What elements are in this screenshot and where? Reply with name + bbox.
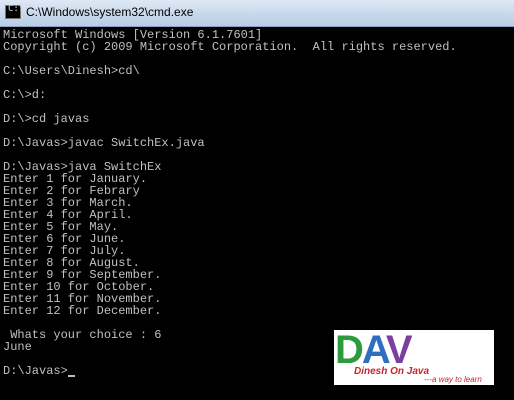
cmd-window: C:\ C:\Windows\system32\cmd.exe Microsof… (0, 0, 514, 400)
watermark-logo: DAV Dinesh On Java ---a way to learn (334, 330, 494, 385)
console-line: Copyright (c) 2009 Microsoft Corporation… (3, 40, 457, 54)
console-line: Enter 12 for December. (3, 304, 162, 318)
console-line: C:\>d: (3, 88, 47, 102)
console-line: D:\>cd javas (3, 112, 90, 126)
console-line: D:\Javas>javac SwitchEx.java (3, 136, 205, 150)
logo-tagline: ---a way to learn (424, 375, 482, 384)
console-line: C:\Users\Dinesh>cd\ (3, 64, 140, 78)
title-bar[interactable]: C:\ C:\Windows\system32\cmd.exe (0, 0, 514, 27)
logo-name: Dinesh On Java (354, 366, 430, 377)
window-title: C:\Windows\system32\cmd.exe (26, 5, 194, 19)
text-cursor (67, 375, 75, 377)
cmd-icon: C:\ (5, 4, 24, 19)
logo-text: DAV (335, 330, 412, 370)
